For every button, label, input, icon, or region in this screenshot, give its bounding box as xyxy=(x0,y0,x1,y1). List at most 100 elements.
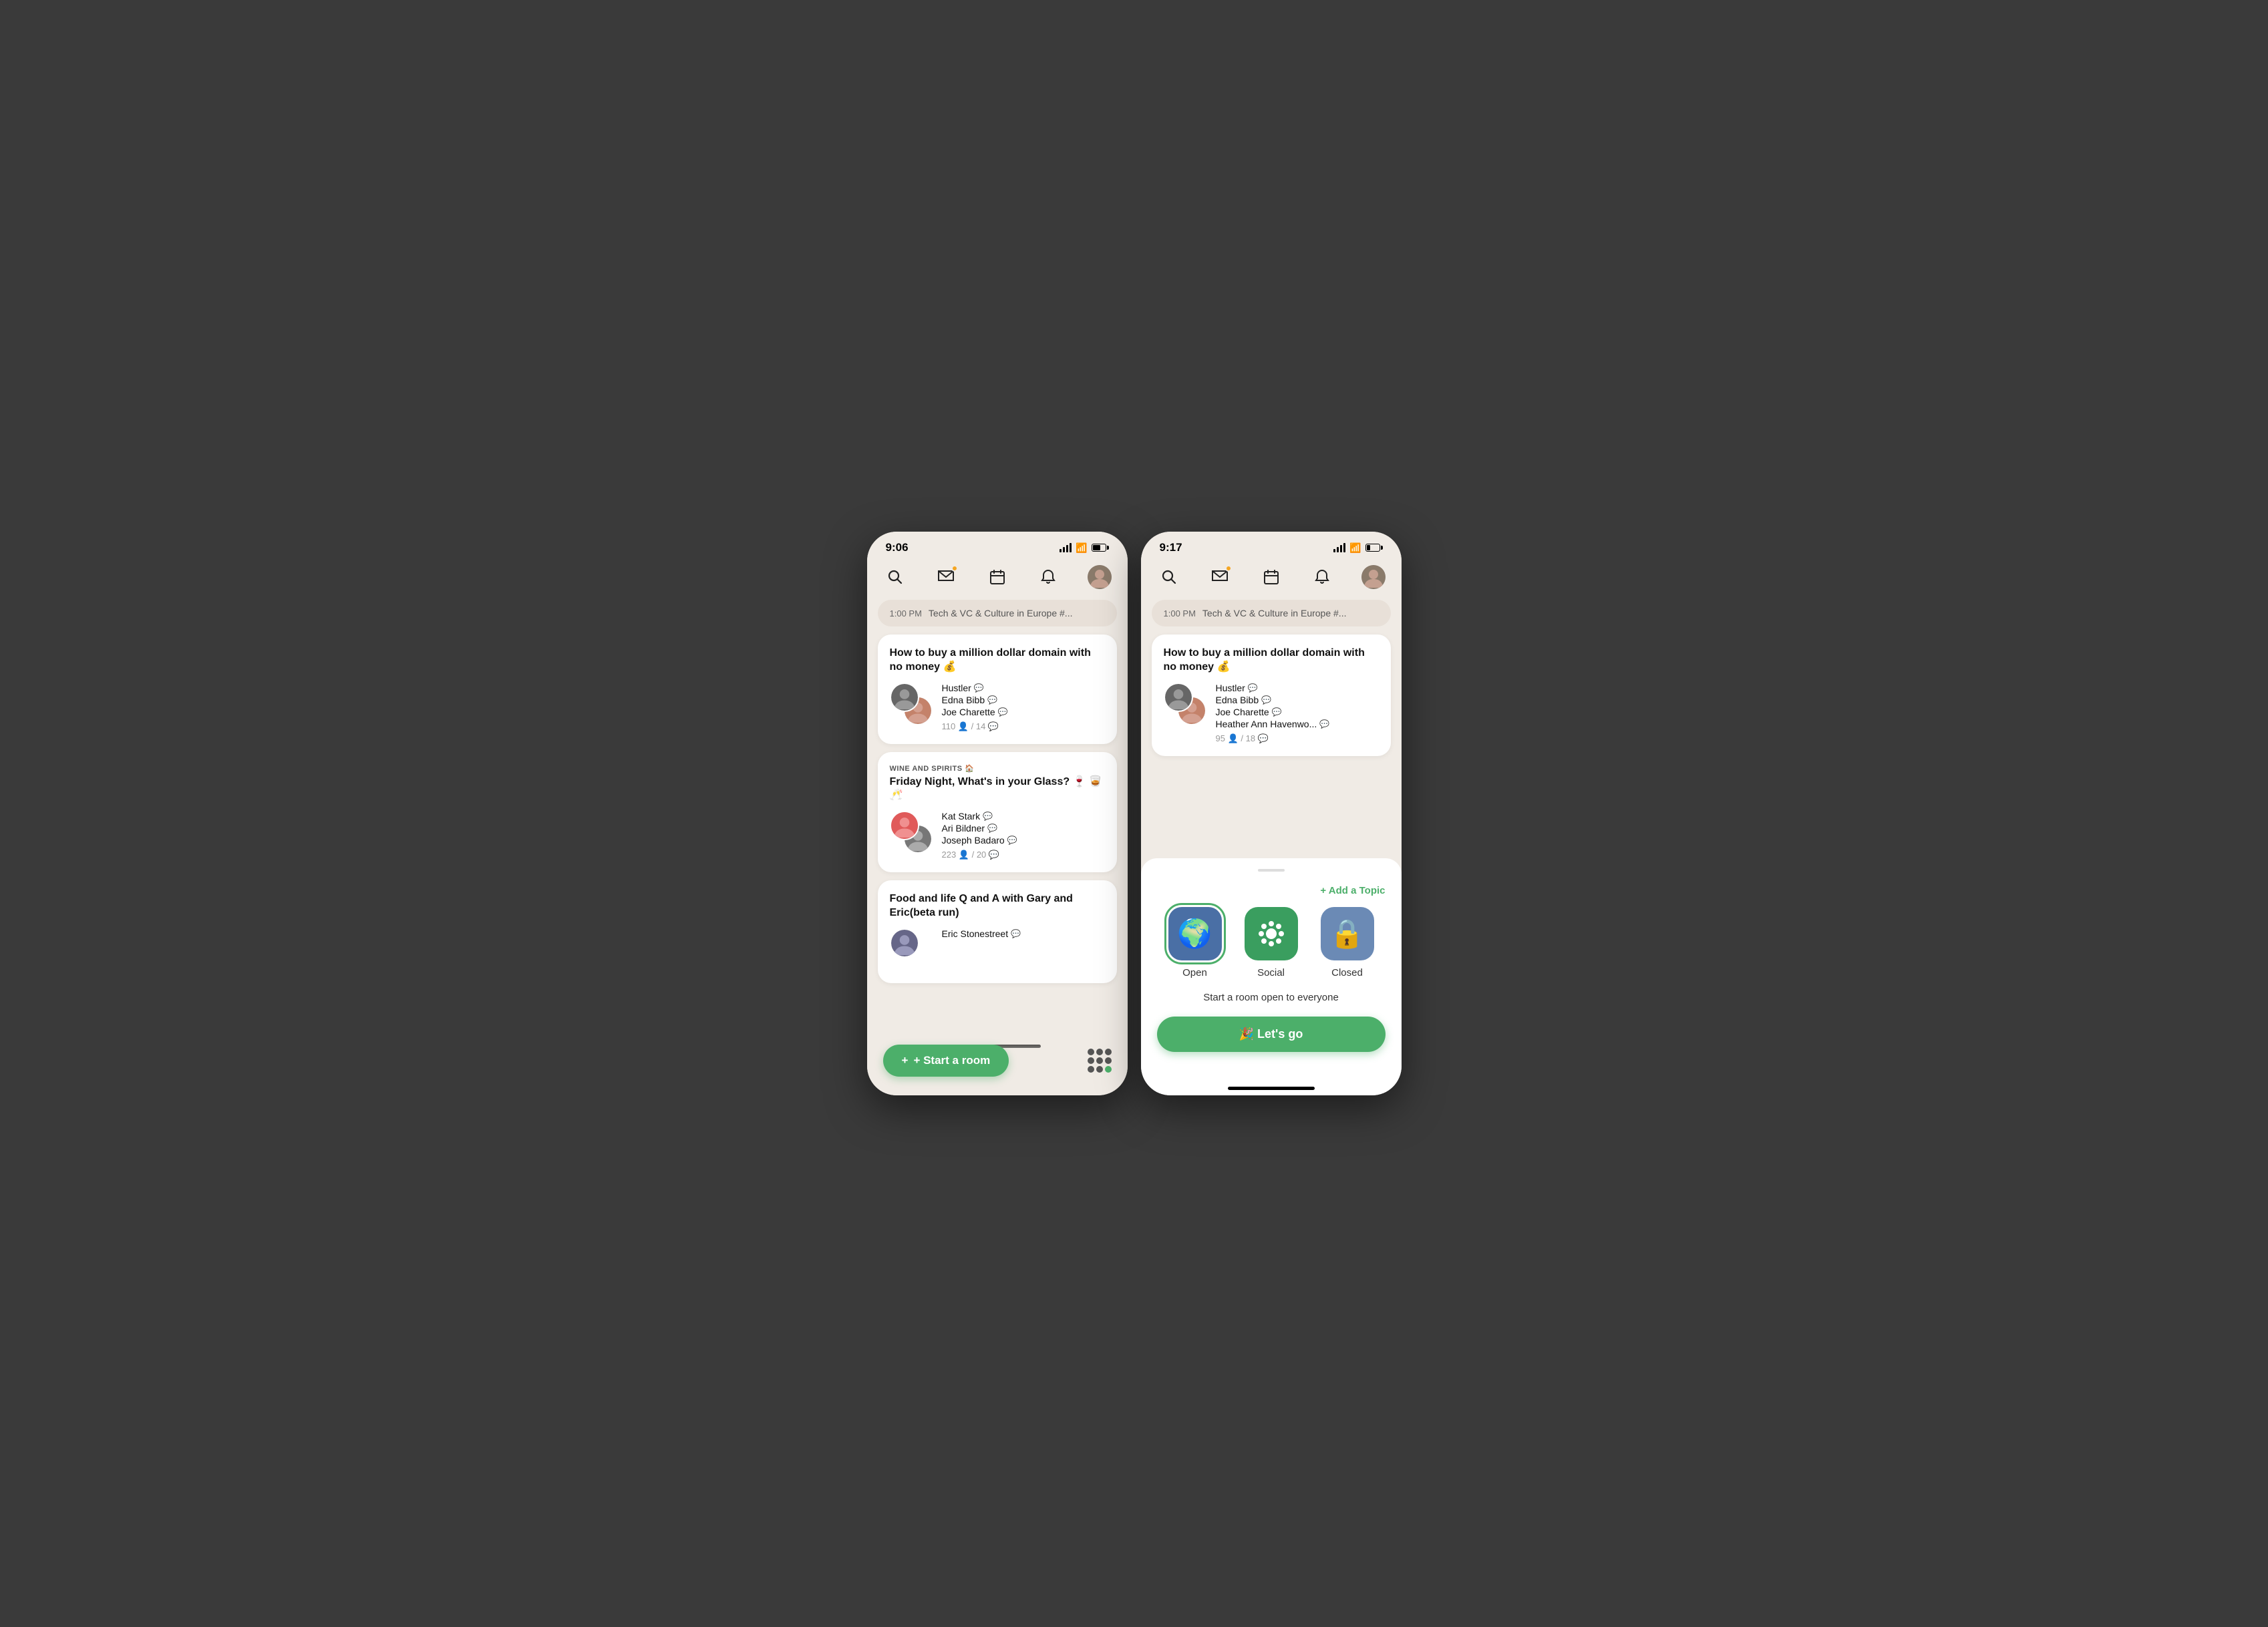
dot-1 xyxy=(1088,1049,1094,1055)
dot-8 xyxy=(1096,1066,1103,1073)
left-status-icons: 📶 xyxy=(1060,542,1108,554)
right-avatars-stack-1 xyxy=(1164,683,1206,725)
right-speaker-edna: Edna Bibb 💬 xyxy=(1216,695,1379,705)
social-icon xyxy=(1245,907,1298,960)
left-status-time: 9:06 xyxy=(886,541,909,554)
wifi-icon: 📶 xyxy=(1076,542,1087,554)
scheduled-time: 1:00 PM xyxy=(890,608,922,618)
room-category-2: WINE AND SPIRITS 🏠 xyxy=(890,764,1105,773)
room-title-3: Food and life Q and A with Gary and Eric… xyxy=(890,892,1105,920)
dot-5 xyxy=(1096,1057,1103,1064)
room-type-open[interactable]: 🌍 Open xyxy=(1168,907,1222,978)
lets-go-label: 🎉 Let's go xyxy=(1239,1027,1303,1041)
right-speaker-heather: Heather Ann Havenwo... 💬 xyxy=(1216,719,1379,729)
avatar-eric xyxy=(890,928,919,958)
room-stats-2: 223 👤 / 20 💬 xyxy=(942,850,1105,860)
room-title-2: Friday Night, What's in your Glass? 🍷 🥃 … xyxy=(890,775,1105,803)
avatars-stack-1 xyxy=(890,683,933,725)
room-card-3[interactable]: Food and life Q and A with Gary and Eric… xyxy=(878,880,1117,983)
right-speaker-hustler: Hustler 💬 xyxy=(1216,683,1379,693)
right-avatar[interactable] xyxy=(1361,565,1386,589)
closed-label: Closed xyxy=(1331,967,1363,978)
open-icon: 🌍 xyxy=(1168,907,1222,960)
room-speakers-3: Eric Stonestreet 💬 xyxy=(890,928,1105,971)
avatar-hustler-m xyxy=(890,683,919,712)
dot-3 xyxy=(1105,1049,1112,1055)
speakers-list-1: Hustler 💬 Edna Bibb 💬 Joe Charette 💬 110… xyxy=(942,683,1105,732)
right-room-stats-1: 95 👤 / 18 💬 xyxy=(1216,733,1379,744)
left-phone: 9:06 📶 xyxy=(867,532,1128,1095)
room-stats-1: 110 👤 / 14 💬 xyxy=(942,721,1105,732)
right-home-indicator xyxy=(1228,1087,1315,1090)
left-bottom-bar: + + Start a room xyxy=(867,1037,1128,1095)
avatar-kat xyxy=(890,811,919,840)
left-nav-bar xyxy=(867,560,1128,600)
room-type-options: 🌍 Open xyxy=(1157,907,1386,978)
room-type-closed[interactable]: 🔒 Closed xyxy=(1321,907,1374,978)
add-topic-button[interactable]: + Add a Topic xyxy=(1157,885,1386,896)
scheduled-title: Tech & VC & Culture in Europe #... xyxy=(929,608,1073,618)
start-room-label: + Start a room xyxy=(913,1054,990,1067)
social-label: Social xyxy=(1257,967,1285,978)
right-phone: 9:17 📶 xyxy=(1141,532,1402,1095)
right-battery-icon xyxy=(1365,544,1383,552)
speaker-joseph: Joseph Badaro 💬 xyxy=(942,835,1105,846)
dot-4 xyxy=(1088,1057,1094,1064)
right-scheduled-title: Tech & VC & Culture in Europe #... xyxy=(1202,608,1347,618)
right-status-bar: 9:17 📶 xyxy=(1141,532,1402,560)
right-nav-bar xyxy=(1141,560,1402,600)
start-room-button[interactable]: + + Start a room xyxy=(883,1045,1009,1077)
speaker-ari: Ari Bildner 💬 xyxy=(942,823,1105,834)
right-speakers-list-1: Hustler 💬 Edna Bibb 💬 Joe Charette 💬 Hea… xyxy=(1216,683,1379,744)
right-room-title-1: How to buy a million dollar domain with … xyxy=(1164,647,1379,675)
speaker-kat: Kat Stark 💬 xyxy=(942,811,1105,822)
avatars-stack-2 xyxy=(890,811,933,854)
right-bell-icon[interactable] xyxy=(1310,565,1334,589)
right-status-icons: 📶 xyxy=(1333,542,1382,554)
speakers-list-2: Kat Stark 💬 Ari Bildner 💬 Joseph Badaro … xyxy=(942,811,1105,860)
right-wifi-icon: 📶 xyxy=(1349,542,1361,554)
dot-6 xyxy=(1105,1057,1112,1064)
room-card-2[interactable]: WINE AND SPIRITS 🏠 Friday Night, What's … xyxy=(878,752,1117,873)
speaker-eric: Eric Stonestreet 💬 xyxy=(942,928,1105,939)
sheet-handle xyxy=(1258,869,1285,872)
avatars-stack-3 xyxy=(890,928,933,971)
right-scheduled-time: 1:00 PM xyxy=(1164,608,1196,618)
left-status-bar: 9:06 📶 xyxy=(867,532,1128,560)
right-compose-icon[interactable] xyxy=(1208,565,1232,589)
bell-icon[interactable] xyxy=(1036,565,1060,589)
compose-icon[interactable] xyxy=(934,565,958,589)
room-title-1: How to buy a million dollar domain with … xyxy=(890,647,1105,675)
dot-9 xyxy=(1105,1066,1112,1073)
avatar[interactable] xyxy=(1088,565,1112,589)
signal-icon xyxy=(1060,543,1072,552)
right-calendar-icon[interactable] xyxy=(1259,565,1283,589)
closed-icon: 🔒 xyxy=(1321,907,1374,960)
calendar-icon[interactable] xyxy=(985,565,1009,589)
scheduled-banner[interactable]: 1:00 PM Tech & VC & Culture in Europe #.… xyxy=(878,600,1117,626)
lets-go-button[interactable]: 🎉 Let's go xyxy=(1157,1017,1386,1052)
search-icon[interactable] xyxy=(883,565,907,589)
bottom-sheet: + Add a Topic 🌍 Open xyxy=(1141,858,1402,1079)
battery-icon xyxy=(1092,544,1109,552)
open-label: Open xyxy=(1182,967,1207,978)
right-signal-icon xyxy=(1333,543,1345,552)
right-status-time: 9:17 xyxy=(1160,541,1182,554)
room-card-1[interactable]: How to buy a million dollar domain with … xyxy=(878,635,1117,744)
right-scheduled-banner[interactable]: 1:00 PM Tech & VC & Culture in Europe #.… xyxy=(1152,600,1391,626)
right-speaker-joe: Joe Charette 💬 xyxy=(1216,707,1379,717)
room-type-social[interactable]: Social xyxy=(1245,907,1298,978)
right-room-card-1[interactable]: How to buy a million dollar domain with … xyxy=(1152,635,1391,756)
grid-menu-icon[interactable] xyxy=(1088,1049,1112,1073)
speaker-joe: Joe Charette 💬 xyxy=(942,707,1105,717)
speaker-edna: Edna Bibb 💬 xyxy=(942,695,1105,705)
right-room-speakers-1: Hustler 💬 Edna Bibb 💬 Joe Charette 💬 Hea… xyxy=(1164,683,1379,744)
right-search-icon[interactable] xyxy=(1157,565,1181,589)
room-speakers-1: Hustler 💬 Edna Bibb 💬 Joe Charette 💬 110… xyxy=(890,683,1105,732)
speaker-hustler: Hustler 💬 xyxy=(942,683,1105,693)
right-avatar-hustler-m xyxy=(1164,683,1193,712)
speakers-list-3: Eric Stonestreet 💬 xyxy=(942,928,1105,940)
plus-icon: + xyxy=(902,1054,909,1067)
dot-2 xyxy=(1096,1049,1103,1055)
room-speakers-2: Kat Stark 💬 Ari Bildner 💬 Joseph Badaro … xyxy=(890,811,1105,860)
